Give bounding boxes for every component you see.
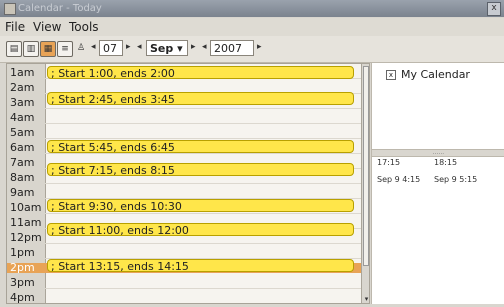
menu-tools[interactable]: Tools xyxy=(69,20,99,34)
hour-label: 2am xyxy=(10,81,35,94)
row-divider xyxy=(45,108,361,109)
hour-label: 1am xyxy=(10,66,35,79)
close-icon[interactable]: x xyxy=(487,2,501,16)
alarm-time: 18:15 xyxy=(434,158,458,167)
day-view-icon[interactable]: ▤ xyxy=(6,41,22,57)
row-divider xyxy=(45,138,361,139)
app-icon xyxy=(4,3,16,15)
month-prev-arrow-icon[interactable]: ◂ xyxy=(137,42,142,52)
menu-bar: File View Tools xyxy=(0,18,504,36)
hour-label: 11am xyxy=(10,216,42,229)
vertical-scrollbar[interactable]: ▾ xyxy=(361,64,369,303)
hour-label: 8am xyxy=(10,171,35,184)
row-divider xyxy=(45,123,361,124)
hour-label: 1pm xyxy=(10,246,35,259)
hour-label: 4pm xyxy=(10,291,35,304)
row-divider xyxy=(45,153,361,154)
window-title: Calendar - Today xyxy=(18,3,102,14)
year-prev-arrow-icon[interactable]: ◂ xyxy=(202,42,207,52)
hour-label: 4am xyxy=(10,111,35,124)
day-field[interactable]: 07 xyxy=(99,40,123,56)
menu-view[interactable]: View xyxy=(33,20,61,34)
week-view-icon[interactable]: ▥ xyxy=(23,41,39,57)
row-divider xyxy=(45,243,361,244)
month-next-arrow-icon[interactable]: ▸ xyxy=(191,42,196,52)
day-prev-arrow-icon[interactable]: ◂ xyxy=(91,42,96,52)
event[interactable]: ; Start 5:45, ends 6:45 xyxy=(47,140,354,153)
checkbox-icon[interactable]: x xyxy=(386,70,396,80)
month-value: Sep xyxy=(150,42,174,55)
alarm-range: Sep 9 5:15 xyxy=(434,175,478,184)
event[interactable]: ; Start 2:45, ends 3:45 xyxy=(47,92,354,105)
year-field[interactable]: 2007 xyxy=(210,40,254,56)
list-view-icon[interactable]: ≡ xyxy=(57,41,73,57)
calendar-name: My Calendar xyxy=(401,68,470,81)
user-icon[interactable]: ♙ xyxy=(74,41,88,55)
row-divider xyxy=(45,213,361,214)
alarm-time: 17:15 xyxy=(377,158,401,167)
hour-label: 10am xyxy=(10,201,42,214)
scroll-down-arrow-icon[interactable]: ▾ xyxy=(362,295,369,303)
hour-label: 5am xyxy=(10,126,35,139)
event[interactable]: ; Start 11:00, ends 12:00 xyxy=(47,223,354,236)
event[interactable]: ; Start 13:15, ends 14:15 xyxy=(47,259,354,272)
year-next-arrow-icon[interactable]: ▸ xyxy=(257,42,262,52)
menu-file[interactable]: File xyxy=(5,20,25,34)
dropdown-icon: ▾ xyxy=(177,42,183,55)
row-divider xyxy=(45,183,361,184)
pane-splitter[interactable]: ...... xyxy=(372,149,504,157)
month-view-icon[interactable]: ▦ xyxy=(40,41,56,57)
event[interactable]: ; Start 1:00, ends 2:00 xyxy=(47,66,354,79)
hour-label: 3pm xyxy=(10,276,35,289)
hour-label: 9am xyxy=(10,186,35,199)
day-next-arrow-icon[interactable]: ▸ xyxy=(126,42,131,52)
calendar-list-item[interactable]: x My Calendar xyxy=(386,68,470,81)
hour-label: 6am xyxy=(10,141,35,154)
title-bar: Calendar - Today x xyxy=(0,0,504,17)
event[interactable]: ; Start 9:30, ends 10:30 xyxy=(47,199,354,212)
hour-label: 7am xyxy=(10,156,35,169)
scrollbar-thumb[interactable] xyxy=(363,66,369,266)
hour-label: 3am xyxy=(10,96,35,109)
row-divider xyxy=(45,288,361,289)
event[interactable]: ; Start 7:15, ends 8:15 xyxy=(47,163,354,176)
month-select[interactable]: Sep ▾ xyxy=(146,40,188,56)
right-panel: x My Calendar ...... 17:15 18:15 Sep 9 4:… xyxy=(371,63,504,304)
alarm-range: Sep 9 4:15 xyxy=(377,175,421,184)
hour-label: 12pm xyxy=(10,231,42,244)
hour-label-selected: 2pm xyxy=(10,261,35,274)
toolbar: ▤ ▥ ▦ ≡ ♙ ◂ 07 ▸ ◂ Sep ▾ ▸ ◂ 2007 ▸ xyxy=(0,36,504,63)
day-view[interactable]: 1am 2am 3am 4am 5am 6am 7am 8am 9am 10am… xyxy=(6,63,370,304)
